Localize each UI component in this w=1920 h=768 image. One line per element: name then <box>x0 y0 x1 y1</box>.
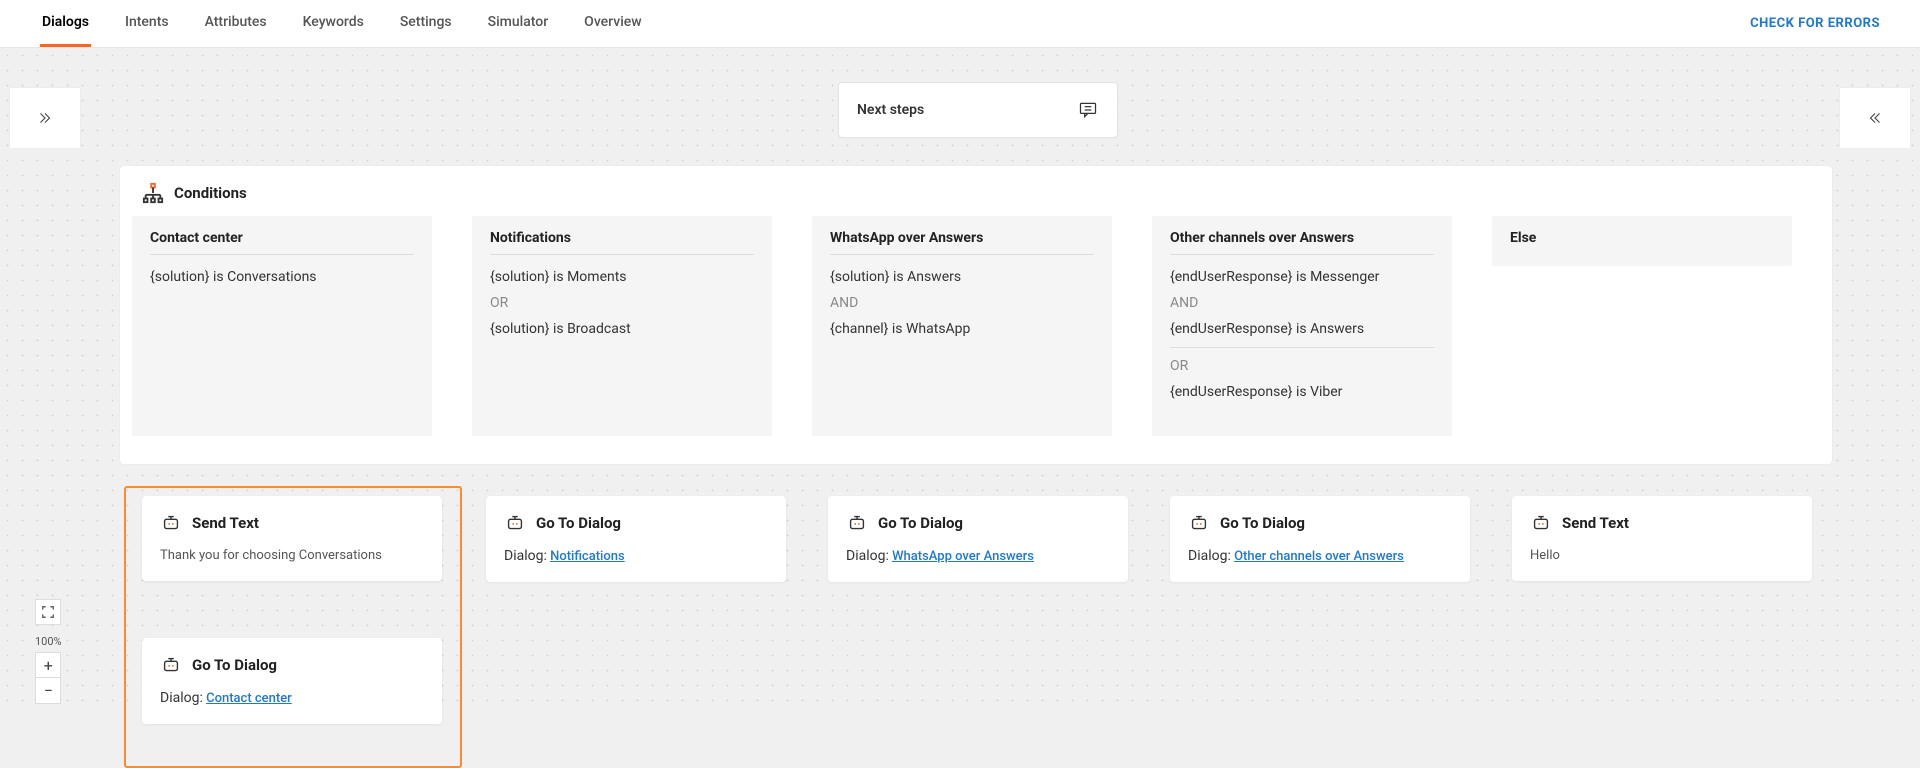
condition-expression: {endUserResponse} is Answers <box>1170 321 1434 337</box>
step-label: Dialog: <box>1188 548 1231 564</box>
bot-icon <box>504 512 526 534</box>
conditions-node[interactable]: Conditions Contact center {solution} is C… <box>120 166 1832 464</box>
step-goto-notifications[interactable]: Go To Dialog Dialog: Notifications <box>486 496 786 582</box>
bot-icon <box>846 512 868 534</box>
zoom-level: 100% <box>35 635 62 648</box>
condition-expression: {solution} is Conversations <box>150 269 414 285</box>
step-label: Dialog: <box>846 548 889 564</box>
condition-divider <box>1170 347 1434 348</box>
branch-icon <box>142 182 164 204</box>
goto-link-contact-center[interactable]: Contact center <box>206 691 292 706</box>
step-title: Go To Dialog <box>878 514 963 532</box>
step-goto-other-channels[interactable]: Go To Dialog Dialog: Other channels over… <box>1170 496 1470 582</box>
next-steps-label: Next steps <box>857 102 924 118</box>
condition-branch[interactable]: WhatsApp over Answers {solution} is Answe… <box>812 216 1112 436</box>
goto-link-whatsapp[interactable]: WhatsApp over Answers <box>892 549 1034 564</box>
conditions-title: Conditions <box>174 184 247 202</box>
message-icon <box>1077 100 1099 120</box>
goto-link-notifications[interactable]: Notifications <box>550 549 625 564</box>
step-send-text-2[interactable]: Send Text Hello <box>1512 496 1812 581</box>
expand-left-panel-button[interactable] <box>10 88 80 148</box>
step-body: Thank you for choosing Conversations <box>160 548 424 563</box>
expand-right-panel-button[interactable] <box>1840 88 1910 148</box>
tab-attributes[interactable]: Attributes <box>203 0 269 47</box>
condition-expression: {endUserResponse} is Viber <box>1170 384 1434 400</box>
tab-intents[interactable]: Intents <box>123 0 171 47</box>
step-send-text-1[interactable]: Send Text Thank you for choosing Convers… <box>142 496 442 581</box>
step-label: Dialog: <box>160 690 203 706</box>
condition-expression: {channel} is WhatsApp <box>830 321 1094 337</box>
bot-icon <box>1188 512 1210 534</box>
nav-tabs: Dialogs Intents Attributes Keywords Sett… <box>40 0 644 47</box>
condition-title: Else <box>1510 230 1774 246</box>
condition-branch[interactable]: Notifications {solution} is Moments OR {sol… <box>472 216 772 436</box>
next-steps-node[interactable]: Next steps <box>838 82 1118 138</box>
conditions-row: Contact center {solution} is Conversation… <box>132 216 1820 436</box>
zoom-out-button[interactable]: − <box>35 678 61 704</box>
step-label: Dialog: <box>504 548 547 564</box>
conditions-header: Conditions <box>142 182 1820 204</box>
condition-operator: OR <box>1170 358 1434 374</box>
tab-settings[interactable]: Settings <box>398 0 454 47</box>
step-goto-contact-center[interactable]: Go To Dialog Dialog: Contact center <box>142 638 442 724</box>
goto-link-other-channels[interactable]: Other channels over Answers <box>1234 549 1404 564</box>
bot-icon <box>160 654 182 676</box>
chevron-double-right-icon <box>36 109 54 127</box>
condition-expression: {solution} is Moments <box>490 269 754 285</box>
step-goto-whatsapp[interactable]: Go To Dialog Dialog: WhatsApp over Answe… <box>828 496 1128 582</box>
step-title: Go To Dialog <box>192 656 277 674</box>
condition-operator: AND <box>1170 295 1434 311</box>
condition-title: Contact center <box>150 230 414 255</box>
check-for-errors-button[interactable]: CHECK FOR ERRORS <box>1750 16 1880 31</box>
flow-canvas[interactable]: Next steps Conditions <box>0 48 1920 714</box>
condition-title: Notifications <box>490 230 754 255</box>
condition-title: Other channels over Answers <box>1170 230 1434 255</box>
step-body: Hello <box>1530 548 1794 563</box>
bot-icon <box>1530 512 1552 534</box>
tab-dialogs[interactable]: Dialogs <box>40 0 91 47</box>
zoom-controls: 100% + − <box>35 599 62 704</box>
condition-title: WhatsApp over Answers <box>830 230 1094 255</box>
condition-branch[interactable]: Else <box>1492 216 1792 266</box>
condition-expression: {solution} is Broadcast <box>490 321 754 337</box>
condition-expression: {endUserResponse} is Messenger <box>1170 269 1434 285</box>
fit-screen-icon <box>41 605 55 619</box>
zoom-in-button[interactable]: + <box>35 652 61 678</box>
condition-branch[interactable]: Other channels over Answers {endUserRespo… <box>1152 216 1452 436</box>
tab-simulator[interactable]: Simulator <box>486 0 551 47</box>
top-navbar: Dialogs Intents Attributes Keywords Sett… <box>0 0 1920 48</box>
step-title: Send Text <box>192 514 259 532</box>
condition-expression: {solution} is Answers <box>830 269 1094 285</box>
tab-keywords[interactable]: Keywords <box>301 0 366 47</box>
fit-to-screen-button[interactable] <box>35 599 61 625</box>
step-title: Go To Dialog <box>1220 514 1305 532</box>
tab-overview[interactable]: Overview <box>582 0 643 47</box>
step-title: Send Text <box>1562 514 1629 532</box>
step-title: Go To Dialog <box>536 514 621 532</box>
chevron-double-left-icon <box>1866 109 1884 127</box>
condition-operator: OR <box>490 295 754 311</box>
bot-icon <box>160 512 182 534</box>
condition-operator: AND <box>830 295 1094 311</box>
condition-branch[interactable]: Contact center {solution} is Conversation… <box>132 216 432 436</box>
